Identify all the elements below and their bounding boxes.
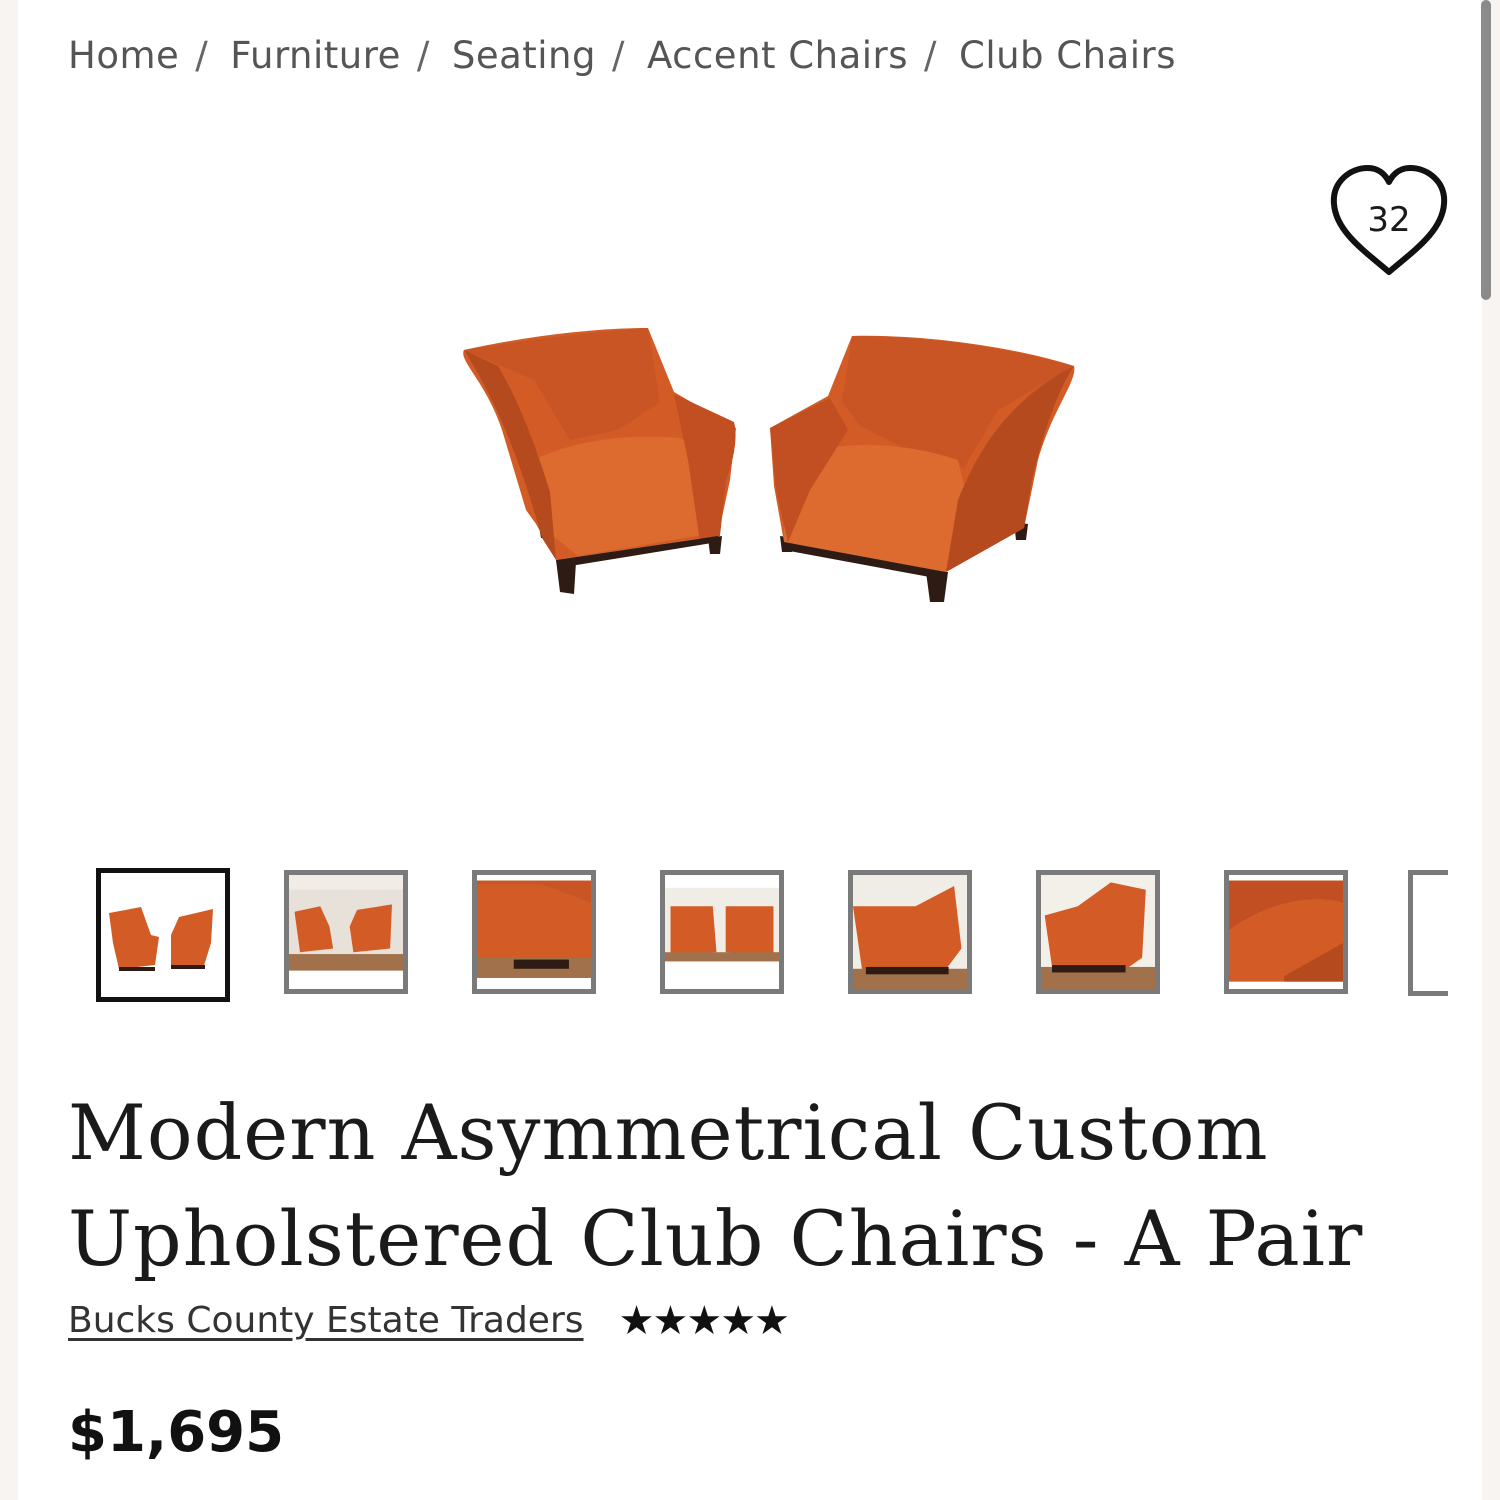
breadcrumb-separator: / — [416, 34, 430, 77]
seller-row: Bucks County Estate Traders ★★★★★ — [68, 1298, 790, 1344]
thumbnail-1[interactable] — [96, 868, 230, 1002]
main-product-image[interactable] — [438, 310, 1098, 620]
favorite-count: 32 — [1367, 200, 1411, 240]
product-title: Modern Asymmetrical Custom Upholstered C… — [68, 1088, 1364, 1283]
thumbnail-6[interactable] — [1036, 870, 1160, 994]
breadcrumb-accent-chairs[interactable]: Accent Chairs — [647, 34, 908, 77]
breadcrumb-club-chairs[interactable]: Club Chairs — [959, 34, 1176, 77]
breadcrumb-separator: / — [924, 34, 937, 77]
seller-rating-stars: ★★★★★ — [618, 1298, 790, 1344]
thumbnail-2[interactable] — [284, 870, 408, 994]
breadcrumb-separator: / — [611, 34, 625, 77]
breadcrumb-seating[interactable]: Seating — [452, 34, 596, 77]
thumbnail-strip — [96, 868, 1456, 1004]
chair-left — [463, 328, 736, 594]
breadcrumb-furniture[interactable]: Furniture — [230, 34, 401, 77]
thumbnail-5[interactable] — [848, 870, 972, 994]
breadcrumb-home[interactable]: Home — [68, 34, 179, 77]
product-page: Home / Furniture / Seating / Accent Chairs / Clu… — [18, 0, 1491, 1500]
thumbnail-4[interactable] — [660, 870, 784, 994]
breadcrumb: Home / Furniture / Seating / Accent Chairs / Clu… — [68, 34, 1176, 77]
scrollbar-thumb[interactable] — [1481, 0, 1491, 300]
product-price: $1,695 — [68, 1400, 285, 1465]
seller-link[interactable]: Bucks County Estate Traders — [68, 1300, 584, 1341]
thumbnail-7[interactable] — [1224, 870, 1348, 994]
thumbnail-3[interactable] — [472, 870, 596, 994]
favorite-button[interactable]: 32 — [1326, 160, 1452, 282]
chair-right — [770, 335, 1075, 602]
breadcrumb-separator: / — [195, 34, 209, 77]
thumbnail-8-partial[interactable] — [1408, 870, 1448, 996]
